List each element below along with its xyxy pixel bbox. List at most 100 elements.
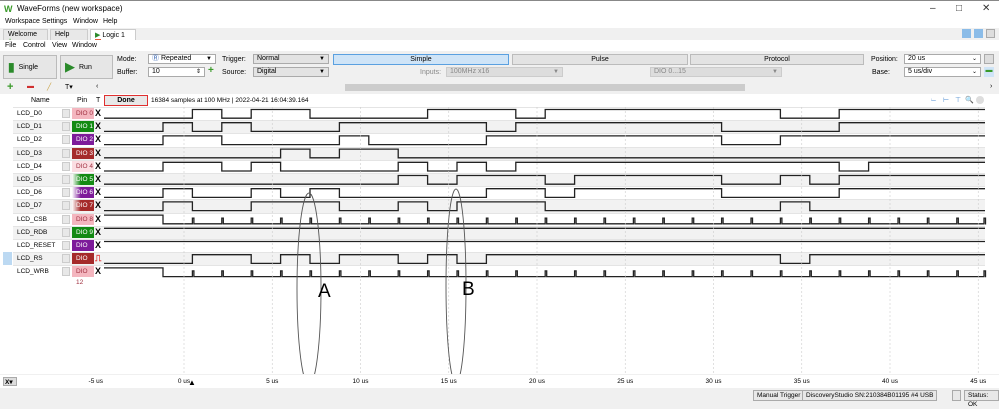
source-select[interactable]: Digital ▼ [253, 67, 329, 77]
maximize-button[interactable]: □ [956, 3, 962, 14]
scroll-left-icon[interactable]: ‹ [96, 83, 98, 90]
single-button[interactable]: ▮ Single [3, 55, 57, 79]
tab-bar: Welcome + Help ▶ Logic 1 × [0, 28, 999, 46]
menu-bar: Workspace Settings Window Help [0, 16, 999, 28]
waveform-lcd-rs [104, 254, 985, 265]
window-title: WaveForms (new workspace) [17, 4, 123, 13]
run-button[interactable]: ▶ Run [60, 55, 113, 79]
buffer-input[interactable]: 10 ⇕ [148, 67, 205, 77]
position-select[interactable]: 20 us ⌄ [904, 54, 981, 64]
trigger-type-icon[interactable]: T▾ [65, 83, 73, 91]
simple-tab[interactable]: Simple [333, 54, 509, 65]
inputs-value: 100MHz x16 [450, 68, 490, 75]
mode-value: Repeated [160, 55, 192, 62]
waveform-lcd-csb [104, 214, 987, 225]
tab-label: Help [55, 31, 70, 38]
title-bar: W WaveForms (new workspace) – □ ✕ [0, 0, 999, 16]
instrument-menu: File Control View Window [0, 40, 999, 51]
annotation-b-label: B [462, 279, 475, 300]
time-tick-label: 15 us [440, 378, 457, 385]
source-value: Digital [257, 68, 277, 75]
remove-channel-icon[interactable]: ▬ [27, 83, 34, 90]
settings-icon[interactable] [986, 29, 995, 38]
base-label: Base: [872, 69, 890, 76]
source-label: Source: [222, 69, 247, 76]
axis-selector-value: X [5, 379, 10, 386]
menu-window[interactable]: Window [73, 18, 98, 25]
run-label: Run [79, 63, 92, 71]
edit-icon[interactable]: ╱ [47, 83, 51, 91]
mode-select[interactable]: Ⓡ Repeated ▼ [148, 54, 216, 64]
waveform-lcd-d4 [104, 161, 985, 172]
annotation-a-label: A [318, 281, 331, 302]
menu-window[interactable]: Window [72, 42, 97, 49]
minimize-button[interactable]: – [930, 3, 936, 14]
single-icon: ▮ [8, 60, 15, 74]
arrow-left-icon[interactable]: ▬ [984, 67, 994, 77]
settings-icon[interactable] [984, 54, 994, 64]
pulse-tab[interactable]: Pulse [512, 54, 688, 65]
dio-range-value: DIO 0...15 [654, 68, 686, 75]
base-value: 5 us/div [908, 68, 933, 75]
waveform-lcd-d2 [104, 135, 985, 146]
trigger-position-marker-icon[interactable]: ▲ [188, 378, 196, 387]
device-icon[interactable] [952, 390, 961, 401]
scroll-right-icon[interactable]: › [990, 83, 992, 90]
tab-logic-1[interactable]: ▶ Logic 1 × [90, 29, 136, 46]
manual-trigger-button[interactable]: Manual Trigger [753, 390, 805, 401]
status-button[interactable]: Status: OK [964, 390, 999, 408]
play-icon: ▶ [95, 32, 101, 39]
device-button[interactable]: DiscoveryStudio SN:210384B01195 #4 USB [802, 390, 938, 401]
tab-welcome[interactable]: Welcome + [3, 29, 48, 45]
protocol-tab[interactable]: Protocol [690, 54, 864, 65]
add-icon[interactable]: + [208, 65, 214, 76]
horizontal-scrollbar[interactable] [345, 84, 745, 91]
dio-range-select[interactable]: DIO 0...15 ▼ [650, 67, 782, 77]
inputs-select[interactable]: 100MHz x16 ▼ [446, 67, 563, 77]
layout-icon[interactable] [962, 29, 971, 38]
buffer-value: 10 [152, 68, 160, 75]
add-channel-icon[interactable]: + [7, 81, 13, 93]
trigger-select[interactable]: Normal ▼ [253, 54, 329, 64]
mode-label: Mode: [117, 56, 137, 63]
waveform-plot[interactable] [0, 94, 999, 374]
time-tick-label: 25 us [617, 378, 634, 385]
repeat-icon: Ⓡ [152, 55, 159, 62]
time-tick-label: 30 us [705, 378, 722, 385]
waveform-lcd-d0 [104, 108, 985, 119]
menu-view[interactable]: View [52, 42, 67, 49]
close-button[interactable]: ✕ [982, 3, 990, 14]
menu-control[interactable]: Control [23, 42, 46, 49]
waveform-lcd-wrb [104, 267, 987, 278]
position-label: Position: [871, 56, 898, 63]
time-tick-label: 5 us [266, 378, 279, 385]
time-tick-label: -5 us [88, 378, 103, 385]
menu-workspace[interactable]: Workspace [5, 18, 40, 25]
tab-help[interactable]: Help [50, 29, 88, 40]
single-label: Single [18, 63, 39, 71]
position-value: 20 us [908, 55, 926, 62]
logic-analyzer-grid: Name Pin T Done 16384 samples at 100 MHz… [0, 94, 999, 374]
trigger-value: Normal [257, 55, 280, 62]
axis-select[interactable]: X▾ [3, 377, 17, 386]
waveform-lcd-d5 [104, 174, 985, 185]
menu-settings[interactable]: Settings [42, 18, 67, 25]
waveform-lcd-d3 [104, 148, 985, 159]
buffer-label: Buffer: [117, 69, 138, 76]
time-tick-label: 45 us [970, 378, 987, 385]
time-tick-label: 20 us [529, 378, 545, 385]
waveform-lcd-d7 [104, 201, 985, 212]
menu-file[interactable]: File [5, 42, 16, 49]
inputs-label: Inputs: [420, 69, 442, 76]
waveform-lcd-d6 [104, 188, 985, 199]
split-icon[interactable] [974, 29, 983, 38]
status-bar: Manual Trigger DiscoveryStudio SN:210384… [0, 389, 999, 408]
time-axis: X▾ -5 us 0 us 5 us 10 us 15 us 20 us 25 us 30 u… [0, 375, 999, 388]
base-select[interactable]: 5 us/div ⌄ [904, 67, 981, 77]
time-tick-label: 10 us [352, 378, 369, 385]
waveform-lcd-d1 [104, 122, 985, 133]
tab-label: Logic 1 [102, 32, 125, 39]
menu-help[interactable]: Help [103, 18, 117, 25]
time-tick-label: 35 us [793, 378, 810, 385]
tab-label: Welcome [8, 31, 38, 38]
